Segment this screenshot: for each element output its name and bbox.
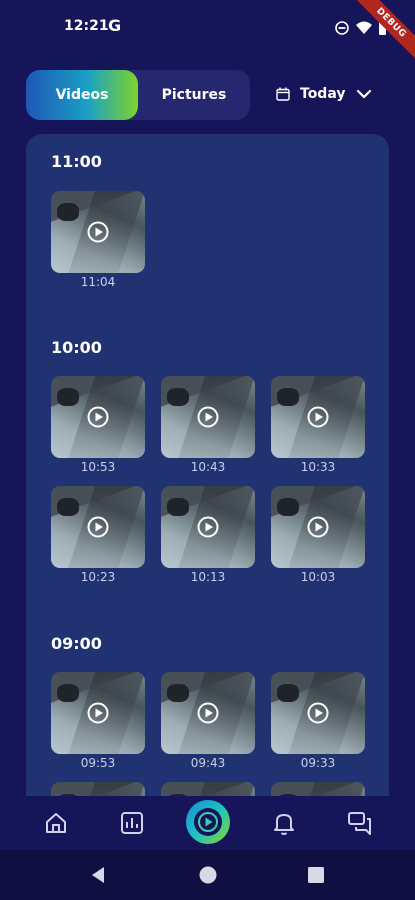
play-icon bbox=[307, 702, 329, 724]
media-type-tabs: Videos Pictures bbox=[26, 70, 250, 120]
date-filter-label: Today bbox=[300, 86, 346, 102]
video-time: 10:23 bbox=[80, 570, 116, 584]
video-thumbnail[interactable] bbox=[161, 672, 255, 754]
status-time: 12:21 bbox=[64, 18, 109, 34]
video-time: 10:33 bbox=[300, 460, 336, 474]
play-icon bbox=[87, 221, 109, 243]
play-icon bbox=[197, 702, 219, 724]
home-icon[interactable] bbox=[43, 810, 69, 836]
video-thumbnail[interactable] bbox=[51, 191, 145, 273]
bottom-navigation bbox=[0, 796, 415, 850]
status-app-glyph: G bbox=[108, 16, 122, 35]
group-title-11: 11:00 bbox=[51, 152, 102, 171]
video-time: 10:03 bbox=[300, 570, 336, 584]
video-thumbnail[interactable] bbox=[51, 672, 145, 754]
play-icon bbox=[198, 812, 218, 832]
video-time: 10:53 bbox=[80, 460, 116, 474]
video-thumbnail[interactable] bbox=[271, 672, 365, 754]
videos-nav-button[interactable] bbox=[186, 800, 230, 844]
home-circle-icon[interactable] bbox=[198, 865, 218, 885]
chevron-down-icon bbox=[356, 89, 372, 99]
video-thumbnail[interactable] bbox=[51, 486, 145, 568]
tab-videos[interactable]: Videos bbox=[26, 70, 138, 120]
date-filter-dropdown[interactable]: Today bbox=[272, 80, 382, 110]
video-thumbnail[interactable] bbox=[51, 376, 145, 458]
calendar-icon bbox=[276, 87, 290, 101]
play-icon bbox=[197, 406, 219, 428]
play-icon bbox=[307, 516, 329, 538]
chart-icon[interactable] bbox=[119, 810, 145, 836]
video-time: 09:53 bbox=[80, 756, 116, 770]
bell-icon[interactable] bbox=[271, 810, 297, 836]
status-bar: 12:21 G DEBUG bbox=[0, 0, 415, 63]
video-time: 09:43 bbox=[190, 756, 226, 770]
do-not-disturb-icon bbox=[335, 21, 349, 35]
video-time: 09:33 bbox=[300, 756, 336, 770]
play-icon bbox=[87, 702, 109, 724]
media-list-panel: 11:00 11:04 10:00 10:53 10:43 10:33 10:2… bbox=[26, 134, 389, 814]
video-time: 10:43 bbox=[190, 460, 226, 474]
tab-pictures[interactable]: Pictures bbox=[138, 70, 250, 120]
group-title-10: 10:00 bbox=[51, 338, 102, 357]
play-icon bbox=[87, 516, 109, 538]
video-thumbnail[interactable] bbox=[271, 486, 365, 568]
back-icon[interactable] bbox=[90, 866, 106, 884]
video-thumbnail[interactable] bbox=[161, 486, 255, 568]
video-time: 11:04 bbox=[80, 275, 116, 289]
wifi-icon bbox=[356, 21, 372, 34]
play-icon bbox=[87, 406, 109, 428]
video-thumbnail[interactable] bbox=[271, 376, 365, 458]
group-title-09: 09:00 bbox=[51, 634, 102, 653]
video-time: 10:13 bbox=[190, 570, 226, 584]
play-icon bbox=[197, 516, 219, 538]
play-icon bbox=[307, 406, 329, 428]
video-thumbnail[interactable] bbox=[161, 376, 255, 458]
chat-icon[interactable] bbox=[347, 810, 373, 836]
recents-icon[interactable] bbox=[308, 867, 324, 883]
system-navigation-bar bbox=[0, 850, 415, 900]
